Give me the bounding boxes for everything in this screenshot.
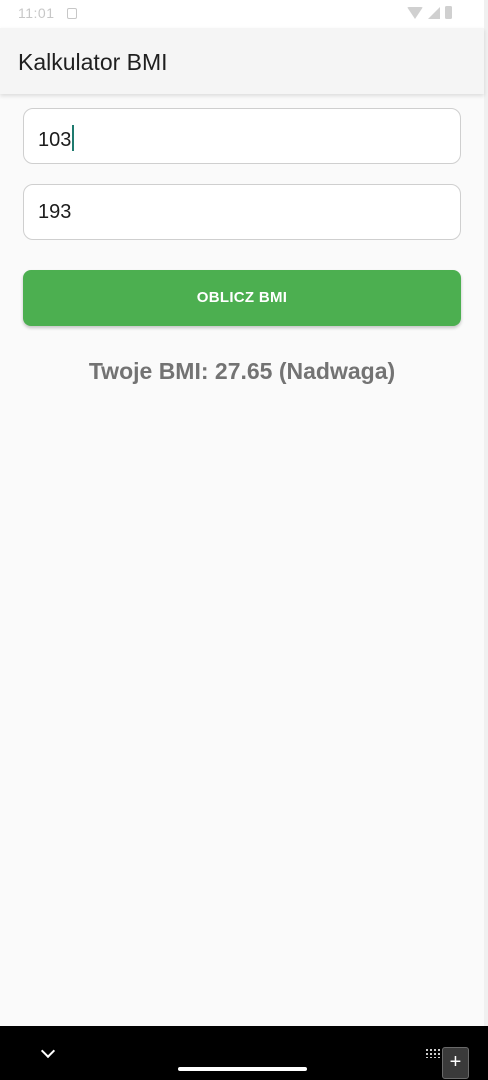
app-bar: Kalkulator BMI: [0, 28, 484, 94]
screen: 11:01 Kalkulator BMI 103 193 OBLICZ BMI …: [0, 0, 488, 1080]
weight-input-value: 103: [38, 125, 75, 152]
battery-icon: [445, 6, 452, 19]
home-handle[interactable]: [178, 1067, 307, 1071]
status-bar: 11:01: [0, 0, 484, 28]
weight-value-text: 103: [38, 129, 72, 151]
wifi-icon: [407, 6, 423, 19]
side-edge: [484, 0, 488, 1026]
signal-icon: [428, 6, 440, 19]
navigation-bar: +: [0, 1026, 488, 1080]
status-time: 11:01: [18, 5, 55, 21]
bmi-result: Twoje BMI: 27.65 (Nadwaga): [88, 358, 396, 384]
status-icons: [407, 6, 452, 19]
weight-input[interactable]: 103: [23, 108, 461, 164]
notification-icon: [67, 8, 77, 19]
text-cursor: [72, 125, 75, 151]
app-title: Kalkulator BMI: [18, 49, 168, 75]
height-input-value: 193: [38, 201, 72, 223]
height-input[interactable]: 193: [23, 184, 461, 240]
add-icon[interactable]: +: [442, 1047, 469, 1079]
calculate-button[interactable]: OBLICZ BMI: [23, 270, 461, 326]
keyboard-icon[interactable]: [425, 1048, 441, 1058]
chevron-down-icon[interactable]: [40, 1043, 56, 1059]
